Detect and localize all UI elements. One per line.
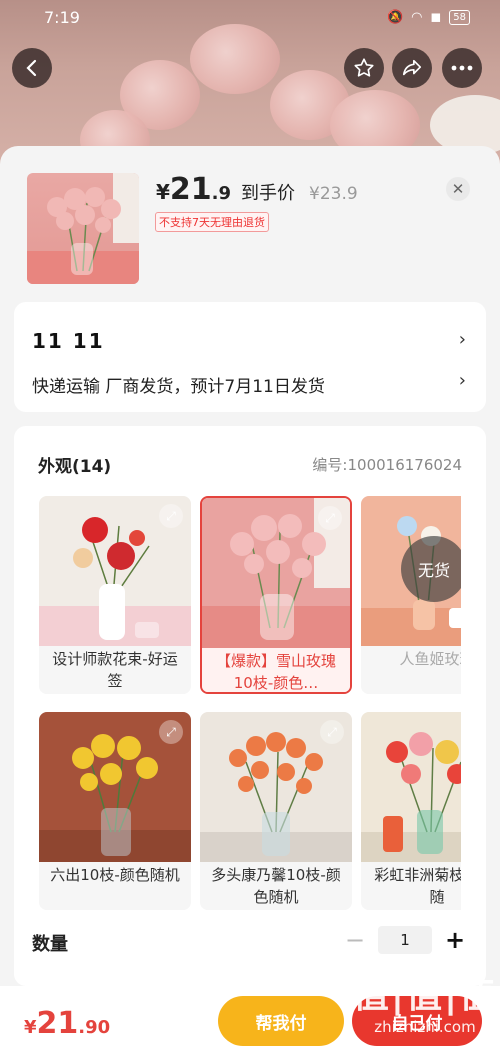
- back-icon: [26, 59, 37, 77]
- more-icon: [451, 65, 473, 71]
- spec-options-grid: ⤢ 设计师款花束-好运签 ⤢ 【爆款】雪山玫瑰10枝-颜色… 无货 人鱼姬玫 ⤢…: [39, 496, 461, 910]
- final-price-label: 到手价: [241, 183, 296, 204]
- option-label: 多头康乃馨10枝-颜色随机: [200, 862, 352, 910]
- help-pay-button[interactable]: 帮我付: [218, 996, 344, 1046]
- sku-selection-sheet: ¥ 21 .9 到手价 ¥23.9 不支持7天无理由退货 ✕ 11 11 › 快…: [0, 146, 500, 1056]
- expand-icon[interactable]: ⤢: [159, 504, 183, 528]
- back-button[interactable]: [12, 48, 52, 88]
- close-icon: ✕: [451, 180, 465, 198]
- close-button[interactable]: ✕: [446, 177, 470, 201]
- quantity-label: 数量: [32, 934, 68, 955]
- chevron-right-icon[interactable]: ›: [459, 329, 466, 350]
- option-image: [361, 712, 461, 862]
- wifi-icon: ◠: [411, 9, 423, 25]
- chevron-right-icon[interactable]: ›: [459, 370, 466, 391]
- mute-icon: 🔕: [386, 9, 404, 25]
- delivery-date: 11 11: [32, 329, 105, 353]
- spec-option[interactable]: ⤢ 多头康乃馨10枝-颜色随机: [200, 712, 352, 910]
- status-time: 7:19: [44, 7, 80, 27]
- product-thumbnail[interactable]: [27, 173, 139, 284]
- more-button[interactable]: [442, 48, 482, 88]
- share-button[interactable]: [392, 48, 432, 88]
- spec-option-disabled[interactable]: 无货 人鱼姬玫瑰: [361, 496, 461, 694]
- status-bar: 7:19 🔕 ◠ ◼ 58: [0, 0, 500, 34]
- spec-option[interactable]: 彩虹非洲菊枝-三色随: [361, 712, 461, 910]
- delivery-text: 快递运输 厂商发货，预计7月11日发货: [32, 377, 325, 397]
- expand-icon[interactable]: ⤢: [320, 720, 344, 744]
- expand-icon[interactable]: ⤢: [318, 506, 342, 530]
- total-price: ¥ 21 .90: [24, 1006, 111, 1041]
- spec-card: 外观(14) 编号:100016176024 ⤢ 设计师款花束-好运签 ⤢ 【爆…: [14, 426, 486, 986]
- battery-icon: 58: [449, 9, 470, 25]
- star-icon: [354, 58, 374, 77]
- option-label: 六出10枝-颜色随机: [39, 862, 191, 910]
- share-icon: [402, 59, 422, 76]
- increase-button[interactable]: +: [442, 927, 468, 953]
- decrease-button[interactable]: −: [342, 927, 368, 953]
- no-return-badge: 不支持7天无理由退货: [155, 212, 269, 232]
- option-label: 彩虹非洲菊枝-三色随: [361, 862, 461, 910]
- original-price: ¥23.9: [309, 184, 358, 204]
- spec-option-selected[interactable]: ⤢ 【爆款】雪山玫瑰10枝-颜色…: [200, 496, 352, 694]
- favorite-button[interactable]: [344, 48, 384, 88]
- watermark: 值|值|值 zhizhizhi.com: [352, 975, 498, 1036]
- quantity-stepper: − 1 +: [342, 926, 468, 954]
- spec-option[interactable]: ⤢ 六出10枝-颜色随机: [39, 712, 191, 910]
- notification-icon: ◼: [430, 9, 442, 25]
- option-label: 人鱼姬玫瑰: [361, 646, 461, 694]
- delivery-card[interactable]: 11 11 › 快递运输 厂商发货，预计7月11日发货 ›: [14, 302, 486, 412]
- spec-title: 外观(14): [38, 457, 112, 477]
- out-of-stock-badge: 无货: [401, 536, 461, 602]
- quantity-input[interactable]: 1: [378, 926, 432, 954]
- product-code: 编号:100016176024: [312, 456, 462, 474]
- price-row: ¥ 21 .9 到手价 ¥23.9: [156, 172, 358, 207]
- option-label: 设计师款花束-好运签: [39, 646, 191, 694]
- expand-icon[interactable]: ⤢: [159, 720, 183, 744]
- product-summary: ¥ 21 .9 到手价 ¥23.9 不支持7天无理由退货 ✕: [0, 146, 500, 296]
- spec-option[interactable]: ⤢ 设计师款花束-好运签: [39, 496, 191, 694]
- option-label: 【爆款】雪山玫瑰10枝-颜色…: [202, 648, 350, 692]
